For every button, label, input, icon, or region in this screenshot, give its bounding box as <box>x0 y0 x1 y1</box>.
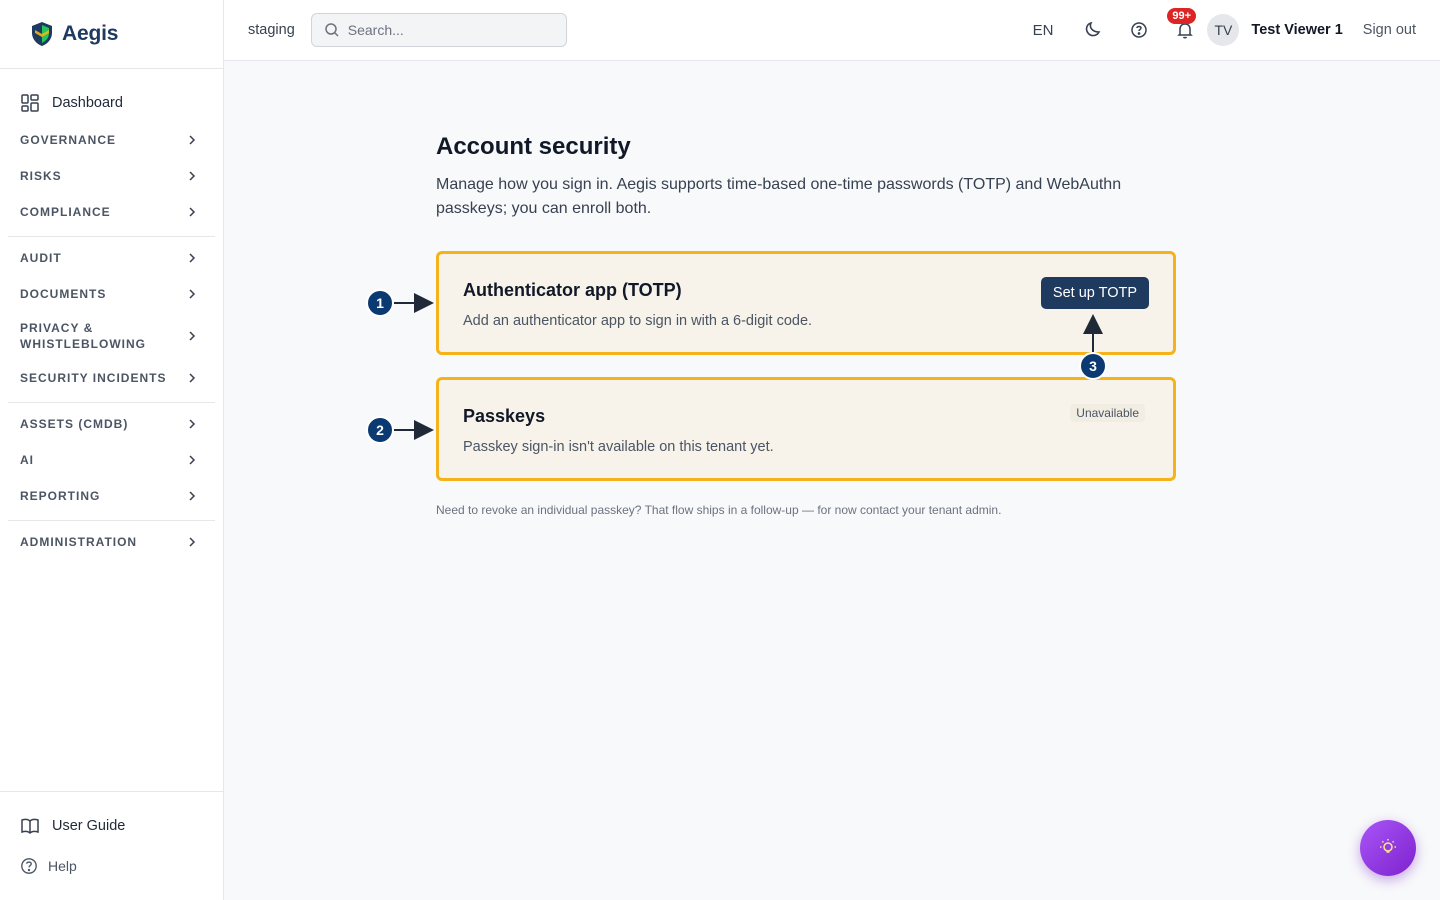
page-title: Account security <box>436 133 631 160</box>
annotation-marker-2: 2 <box>366 416 394 444</box>
user-name: Test Viewer 1 <box>1251 22 1343 38</box>
sidebar-item-assets[interactable]: Assets (CMDB) <box>8 406 215 442</box>
annotation-marker-1: 1 <box>366 289 394 317</box>
setup-totp-button[interactable]: Set up TOTP <box>1040 277 1149 309</box>
search-icon <box>325 23 339 37</box>
sidebar-item-ai[interactable]: AI <box>8 442 215 478</box>
sidebar-item-label: Dashboard <box>52 95 123 111</box>
shield-logo-icon <box>32 22 52 46</box>
book-open-icon <box>21 818 39 835</box>
sidebar-item-privacy-whistleblowing[interactable]: Privacy & Whistleblowing <box>8 312 215 360</box>
chevron-right-icon <box>189 455 196 465</box>
user-guide-link[interactable]: User Guide <box>8 806 215 846</box>
brand-name: Aegis <box>62 22 119 45</box>
avatar[interactable]: TV <box>1207 14 1240 46</box>
main-content: Account security Manage how you sign in.… <box>436 133 1176 517</box>
lightbulb-icon <box>1380 839 1396 853</box>
chevron-right-icon <box>189 171 196 181</box>
nav-group: Audit Documents Privacy & Whistleblowing… <box>8 237 215 403</box>
sidebar-item-documents[interactable]: Documents <box>8 276 215 312</box>
sidebar-item-dashboard[interactable]: Dashboard <box>8 87 215 119</box>
chevron-right-icon <box>189 491 196 501</box>
assistant-fab[interactable] <box>1360 820 1416 876</box>
nav-group: Assets (CMDB) AI Reporting <box>8 403 215 521</box>
sidebar-item-security-incidents[interactable]: Security Incidents <box>8 360 215 396</box>
nav-group: Governance Risks Compliance <box>8 119 215 237</box>
search-input[interactable] <box>347 22 548 38</box>
chevron-right-icon <box>189 373 196 383</box>
chevron-right-icon <box>189 331 196 341</box>
footnote: Need to revoke an individual passkey? Th… <box>436 503 1002 517</box>
chevron-right-icon <box>189 537 196 547</box>
top-header: staging EN 99+ TV Test Viewer 1 Sign out <box>224 0 1440 61</box>
nav-group: Administration <box>8 521 215 566</box>
chevron-right-icon <box>189 419 196 429</box>
chevron-right-icon <box>189 135 196 145</box>
sidebar-item-compliance[interactable]: Compliance <box>8 194 215 230</box>
totp-subtitle: Add an authenticator app to sign in with… <box>463 313 813 329</box>
moon-icon[interactable] <box>1083 20 1103 40</box>
sidebar-item-reporting[interactable]: Reporting <box>8 478 215 514</box>
chevron-right-icon <box>189 289 196 299</box>
help-link[interactable]: Help <box>8 846 215 886</box>
page-description: Manage how you sign in. Aegis supports t… <box>436 176 1122 217</box>
sidebar: Aegis Dashboard Governance Risks Complia… <box>0 0 224 900</box>
passkeys-title: Passkeys <box>463 406 546 426</box>
chevron-right-icon <box>189 253 196 263</box>
search-box[interactable] <box>310 13 567 47</box>
sidebar-bottom: User Guide Help <box>0 791 223 900</box>
environment-label: staging <box>248 22 295 38</box>
notifications-button[interactable]: 99+ <box>1167 8 1197 40</box>
language-switcher[interactable]: EN <box>1033 22 1054 39</box>
dashboard-grid-icon <box>21 94 39 112</box>
sidebar-item-administration[interactable]: Administration <box>8 524 215 560</box>
passkeys-subtitle: Passkey sign-in isn't available on this … <box>463 439 774 455</box>
sidebar-item-risks[interactable]: Risks <box>8 158 215 194</box>
sidebar-item-audit[interactable]: Audit <box>8 240 215 276</box>
sign-out-link[interactable]: Sign out <box>1363 22 1416 38</box>
passkeys-card: Passkeys Passkey sign-in isn't available… <box>436 377 1176 481</box>
status-badge: Unavailable <box>1070 404 1145 422</box>
chevron-right-icon <box>189 207 196 217</box>
sidebar-nav: Dashboard Governance Risks Compliance Au… <box>0 87 223 566</box>
help-circle-icon[interactable] <box>1129 20 1149 40</box>
sidebar-item-governance[interactable]: Governance <box>8 122 215 158</box>
header-actions: EN 99+ TV Test Viewer 1 Sign out <box>1033 8 1440 46</box>
annotation-marker-3: 3 <box>1079 352 1107 380</box>
brand[interactable]: Aegis <box>0 0 223 69</box>
totp-card: Authenticator app (TOTP) Add an authenti… <box>436 251 1176 355</box>
notification-badge: 99+ <box>1167 8 1197 24</box>
help-circle-icon <box>21 858 37 874</box>
